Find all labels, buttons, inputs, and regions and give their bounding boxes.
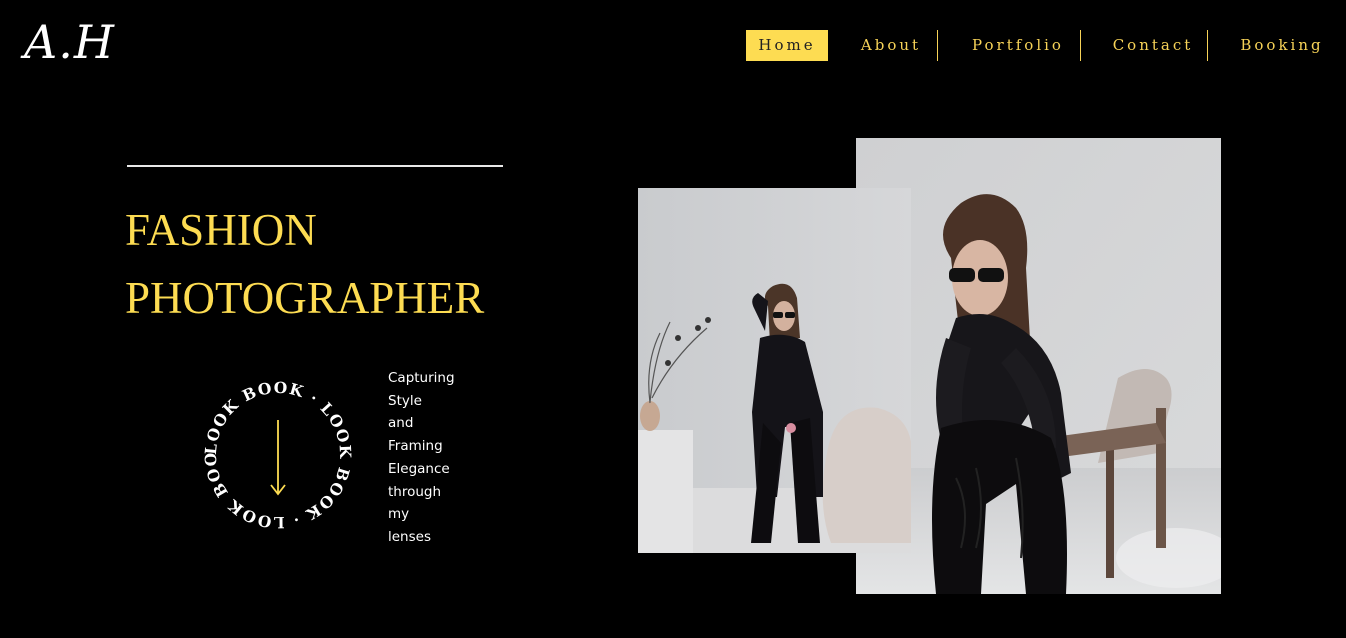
- hero-title-line1: FASHION: [125, 205, 317, 255]
- nav-item-contact[interactable]: Contact: [1103, 30, 1203, 61]
- hero-title-line2: PHOTOGRAPHER: [125, 273, 485, 323]
- lookbook-badge[interactable]: LOOK BOOK · LOOK BOOK · LOOK BOOK ·: [191, 360, 358, 535]
- hero-tagline: Capturing Style and Framing Elegance thr…: [388, 367, 468, 549]
- main-nav: Home About Portfolio Contact Booking: [0, 30, 1346, 61]
- tagline-line: my: [388, 506, 410, 523]
- nav-item-booking[interactable]: Booking: [1230, 30, 1334, 61]
- arrow-down-icon: [270, 420, 286, 496]
- tagline-line: Style: [388, 392, 422, 409]
- photo-standing-model[interactable]: [638, 188, 911, 553]
- hero-divider: [127, 165, 503, 167]
- nav-divider: [1080, 30, 1081, 61]
- tagline-line: Framing: [388, 438, 443, 455]
- tagline-line: through: [388, 483, 442, 500]
- nav-item-about[interactable]: About: [848, 30, 934, 61]
- tagline-line: Capturing: [388, 370, 455, 386]
- tagline-line: and: [388, 415, 414, 432]
- svg-text:LOOK BOOK · LOOK BOOK · LOOK B: LOOK BOOK · LOOK BOOK · LOOK BOOK ·: [198, 375, 355, 532]
- nav-item-home[interactable]: Home: [746, 30, 828, 61]
- tagline-line: Elegance: [388, 460, 450, 477]
- nav-divider: [1207, 30, 1208, 61]
- page: A.H Home About Portfolio Contact Booking…: [0, 0, 1346, 638]
- tagline-line: lenses: [388, 528, 431, 545]
- nav-divider: [937, 30, 938, 61]
- nav-item-portfolio[interactable]: Portfolio: [960, 30, 1076, 61]
- lookbook-circle-text: LOOK BOOK · LOOK BOOK · LOOK BOOK ·: [191, 360, 355, 532]
- lookbook-ring-text: LOOK BOOK · LOOK BOOK · LOOK BOOK ·: [191, 360, 354, 532]
- hero-title: FASHION PHOTOGRAPHER: [125, 196, 484, 332]
